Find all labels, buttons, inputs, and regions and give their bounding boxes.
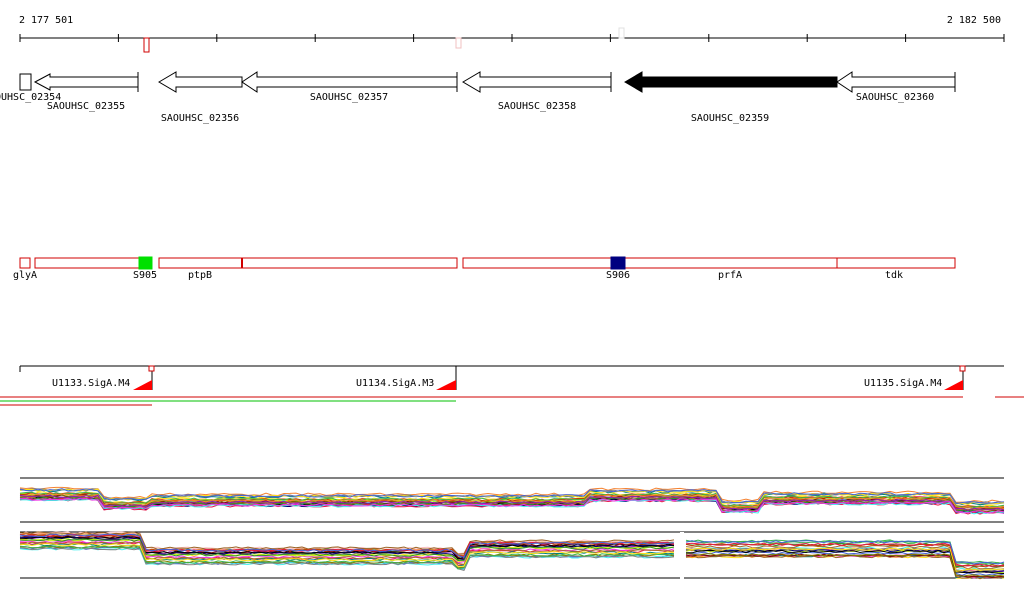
- promoter-label: U1135.SigA.M4: [864, 378, 942, 389]
- feature-S905[interactable]: [138, 256, 153, 270]
- expression-lines-upper: [19, 486, 1005, 515]
- promoter-site[interactable]: [148, 365, 155, 372]
- gene-SAOUHSC_02358[interactable]: [462, 71, 612, 93]
- expression-gap: [680, 532, 684, 580]
- gene-label: SAOUHSC_02356: [161, 113, 239, 124]
- gene-SAOUHSC_02355[interactable]: [33, 73, 139, 91]
- feature-label: ptpB: [188, 270, 212, 281]
- ruler-end-label: 2 182 500: [947, 15, 1001, 26]
- gene-SAOUHSC_02357[interactable]: [241, 71, 458, 93]
- ruler-marker[interactable]: [143, 37, 150, 53]
- feature-label: glyA: [13, 270, 37, 281]
- ruler-start-label: 2 177 501: [19, 15, 73, 26]
- expression-track-upper: [19, 477, 1005, 523]
- gene-label: SAOUHSC_02359: [691, 113, 769, 124]
- feature-prfA[interactable]: [462, 257, 956, 269]
- gene-SAOUHSC_02354[interactable]: [19, 73, 32, 91]
- ruler-marker[interactable]: [455, 37, 462, 49]
- expression-track-lower: [19, 531, 1005, 580]
- coordinate-ruler: 2 177 501 2 182 500: [19, 15, 1005, 53]
- expression-lines-lower: [19, 531, 1005, 580]
- gene-SAOUHSC_02356[interactable]: [158, 71, 243, 93]
- gene-label: SAOUHSC_02358: [498, 101, 576, 112]
- feature-label: prfA: [718, 270, 742, 281]
- feature-track: glyA S905 ptpB S906 prfA tdk: [13, 256, 956, 281]
- promoter-label: U1133.SigA.M4: [52, 378, 130, 389]
- genome-browser-view: 2 177 501 2 182 500 OUHSC_02354 SAOUHSC_…: [0, 15, 1024, 580]
- feature-label: S906: [606, 270, 630, 281]
- feature-box[interactable]: [34, 257, 153, 269]
- gene-label: SAOUHSC_02360: [856, 92, 934, 103]
- promoter-site[interactable]: [959, 365, 966, 372]
- feature-label: S905: [133, 270, 157, 281]
- gene-label: SAOUHSC_02357: [310, 92, 388, 103]
- promoter-label: U1134.SigA.M3: [356, 378, 434, 389]
- promoter-track: U1133.SigA.M4 U1134.SigA.M3 U1135.SigA.M…: [0, 365, 1024, 406]
- ruler-marker[interactable]: [618, 27, 625, 39]
- gene-SAOUHSC_02360[interactable]: [836, 71, 956, 93]
- feature-glyA[interactable]: [19, 257, 31, 269]
- gene-track: OUHSC_02354 SAOUHSC_02355 SAOUHSC_02356 …: [0, 71, 956, 124]
- promoter-flag[interactable]: [944, 380, 963, 390]
- feature-label: tdk: [885, 270, 903, 281]
- promoter-flag[interactable]: [436, 380, 456, 390]
- promoter-flag[interactable]: [133, 380, 152, 390]
- feature-ptpB[interactable]: [158, 257, 458, 269]
- gene-label: SAOUHSC_02355: [47, 101, 125, 112]
- gene-SAOUHSC_02359[interactable]: [624, 71, 838, 93]
- feature-S906[interactable]: [610, 256, 626, 270]
